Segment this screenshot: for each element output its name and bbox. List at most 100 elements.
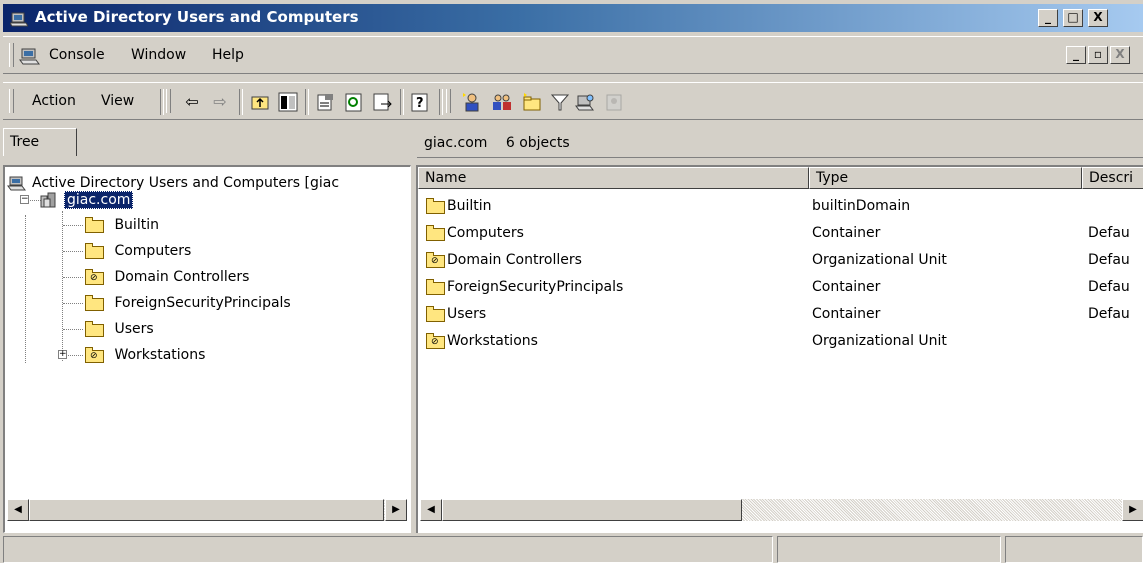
- toolbar-separator: [160, 89, 164, 115]
- tree-node-domain-controllers[interactable]: ⊘ Domain Controllers: [85, 266, 249, 288]
- menu-action[interactable]: Action: [32, 93, 76, 109]
- tree-connector: [63, 251, 83, 252]
- close-button[interactable]: X: [1088, 9, 1108, 27]
- menu-view[interactable]: View: [101, 93, 134, 109]
- minimize-button[interactable]: _: [1038, 9, 1058, 27]
- tree-node-label: Users: [114, 321, 154, 337]
- filter-icon[interactable]: [549, 91, 571, 113]
- toolbar-separator: [400, 89, 404, 115]
- column-header-description[interactable]: Descri: [1082, 167, 1143, 189]
- find-icon[interactable]: [575, 91, 597, 113]
- create-user-icon[interactable]: [461, 91, 483, 113]
- tree-node-builtin[interactable]: Builtin: [85, 214, 159, 236]
- toolbar-grip[interactable]: [9, 89, 14, 113]
- item-type: builtinDomain: [812, 198, 911, 214]
- status-pane-middle: [777, 536, 1001, 563]
- collapse-toggle[interactable]: −: [20, 195, 29, 204]
- refresh-icon[interactable]: [343, 91, 365, 113]
- folder-icon: [426, 278, 445, 295]
- tree-connector: [25, 215, 26, 363]
- ou-folder-icon: ⊘: [426, 332, 445, 349]
- folder-icon: [426, 197, 445, 214]
- up-one-level-icon[interactable]: [249, 91, 271, 113]
- maximize-button[interactable]: □: [1063, 9, 1083, 27]
- tree-horizontal-scrollbar[interactable]: ◀ ▶: [7, 499, 407, 521]
- export-list-icon[interactable]: [371, 91, 393, 113]
- help-icon[interactable]: ?: [409, 91, 431, 113]
- item-type: Container: [812, 306, 881, 322]
- tree-connector: [62, 211, 63, 361]
- aduc-snapin-icon: [7, 176, 26, 191]
- tree-node-workstations[interactable]: ⊘ Workstations: [85, 344, 205, 366]
- properties-icon[interactable]: [315, 91, 337, 113]
- item-type: Organizational Unit: [812, 333, 947, 349]
- item-name: ForeignSecurityPrincipals: [447, 279, 624, 295]
- tree-node-label: ForeignSecurityPrincipals: [114, 295, 291, 311]
- toolbar-separator: [305, 89, 309, 115]
- item-type: Container: [812, 279, 881, 295]
- ou-folder-icon: ⊘: [426, 251, 445, 268]
- tree-node-label: Workstations: [114, 347, 206, 363]
- toolbar3-grip[interactable]: [446, 89, 451, 113]
- current-location: giac.com: [424, 135, 488, 151]
- item-name: Workstations: [447, 333, 538, 349]
- tree-pane: Active Directory Users and Computers [gi…: [3, 165, 411, 533]
- mdi-restore-button[interactable]: ▫: [1088, 46, 1108, 64]
- folder-icon: [85, 242, 104, 259]
- column-header-type[interactable]: Type: [809, 167, 1082, 189]
- scroll-thumb[interactable]: [442, 499, 742, 521]
- item-description: Defau: [1088, 306, 1130, 322]
- tree-connector: [63, 329, 83, 330]
- tree-node-label: Computers: [114, 243, 192, 259]
- object-count: 6 objects: [505, 135, 570, 151]
- create-group-icon[interactable]: [491, 91, 513, 113]
- scroll-right-icon[interactable]: ▶: [385, 499, 407, 521]
- back-arrow-icon[interactable]: ⇦: [181, 91, 203, 113]
- item-name: Domain Controllers: [447, 252, 582, 268]
- result-pane-header: giac.com 6 objects: [417, 128, 1143, 158]
- tree-node-domain[interactable]: giac.com: [39, 189, 134, 211]
- show-hide-tree-icon[interactable]: [277, 91, 299, 113]
- item-name: Builtin: [447, 198, 492, 214]
- scroll-left-icon[interactable]: ◀: [7, 499, 29, 521]
- tab-tree[interactable]: Tree: [3, 128, 77, 156]
- menubar-grip[interactable]: [9, 43, 14, 67]
- tree-connector: [63, 277, 83, 278]
- create-ou-icon[interactable]: [521, 91, 543, 113]
- menu-help[interactable]: Help: [212, 47, 244, 63]
- mdi-close-button[interactable]: X: [1110, 46, 1130, 64]
- svg-text:?: ?: [416, 96, 424, 111]
- tree-node-computers[interactable]: Computers: [85, 240, 191, 262]
- item-description: Defau: [1088, 279, 1130, 295]
- item-type: Organizational Unit: [812, 252, 947, 268]
- folder-icon: [426, 224, 445, 241]
- item-type: Container: [812, 225, 881, 241]
- mmc-window: Active Directory Users and Computers _ □…: [0, 0, 1143, 563]
- item-name: Computers: [447, 225, 524, 241]
- menu-window[interactable]: Window: [131, 47, 186, 63]
- tree-node-users[interactable]: Users: [85, 318, 154, 340]
- scroll-left-icon[interactable]: ◀: [420, 499, 442, 521]
- mdi-minimize-button[interactable]: _: [1066, 46, 1086, 64]
- expand-toggle[interactable]: +: [58, 350, 67, 359]
- forward-arrow-icon[interactable]: ⇨: [209, 91, 231, 113]
- ou-folder-icon: ⊘: [85, 268, 104, 285]
- console-icon[interactable]: [19, 46, 41, 66]
- domain-icon: [40, 192, 56, 208]
- title-bar[interactable]: Active Directory Users and Computers _ □…: [3, 4, 1143, 32]
- scroll-thumb[interactable]: [29, 499, 384, 521]
- tree-domain-label: giac.com: [64, 191, 134, 209]
- toolbar: Action View ⇦ ⇨ ?: [3, 82, 1143, 120]
- add-to-group-icon[interactable]: [603, 91, 625, 113]
- menu-console[interactable]: Console: [49, 47, 105, 63]
- column-header-name[interactable]: Name: [418, 167, 809, 189]
- status-pane-main: [3, 536, 773, 563]
- toolbar2-grip[interactable]: [166, 89, 171, 113]
- list-horizontal-scrollbar[interactable]: ◀ ▶: [420, 499, 1143, 521]
- scroll-right-icon[interactable]: ▶: [1122, 499, 1143, 521]
- item-name: Users: [447, 306, 487, 322]
- folder-icon: [85, 294, 104, 311]
- status-pane-right: [1005, 536, 1143, 563]
- tree-node-foreign-security-principals[interactable]: ForeignSecurityPrincipals: [85, 292, 291, 314]
- window-title: Active Directory Users and Computers: [35, 8, 359, 26]
